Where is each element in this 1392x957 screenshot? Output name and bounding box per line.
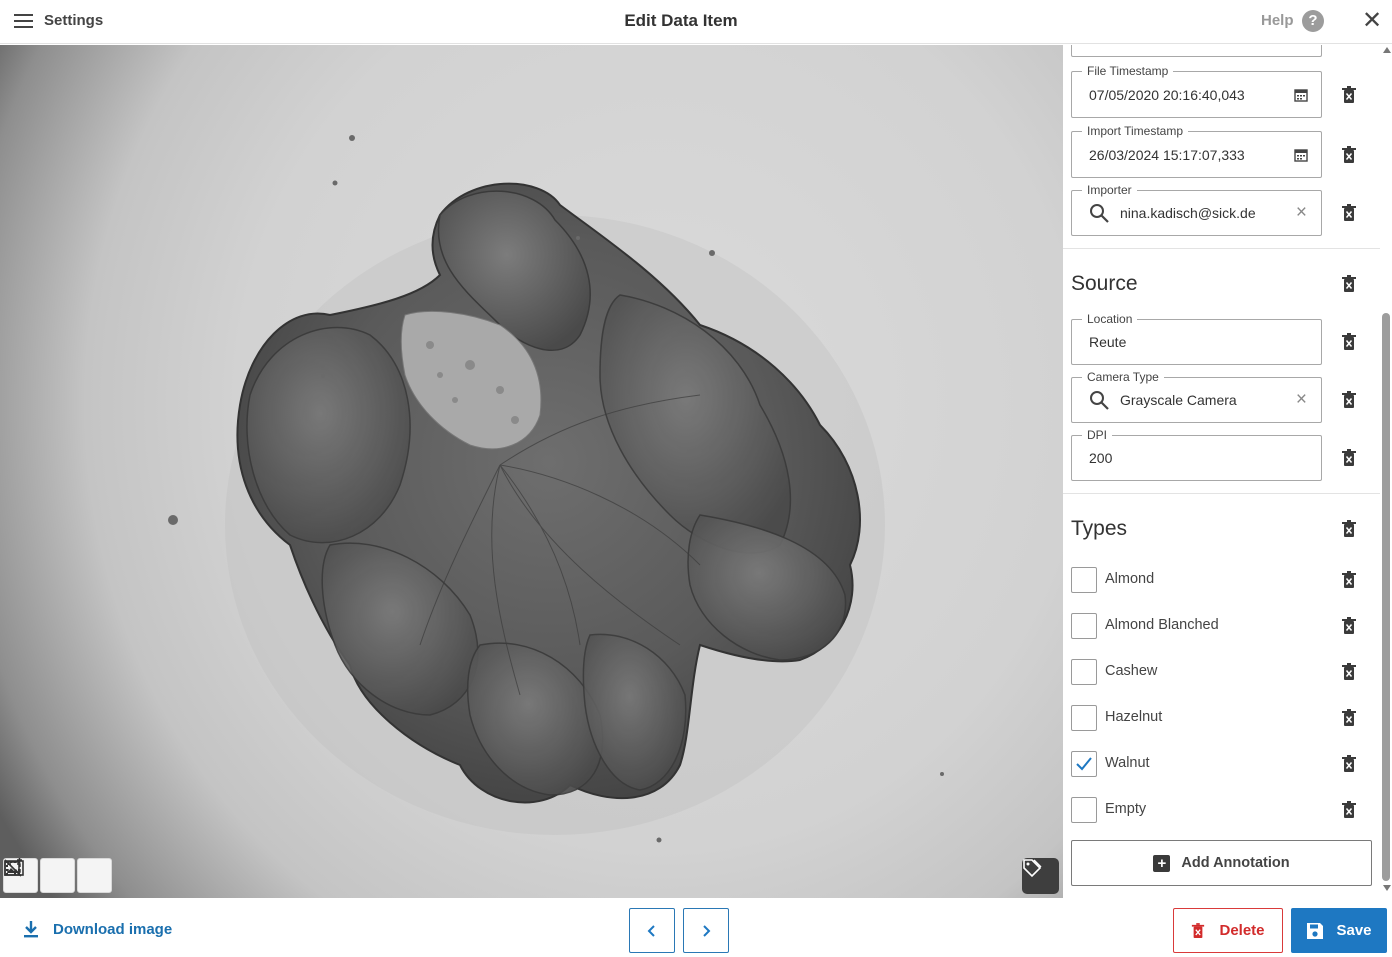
type-label: Cashew xyxy=(1105,663,1158,679)
delete-type-icon[interactable] xyxy=(1341,755,1357,773)
type-label: Empty xyxy=(1105,801,1147,817)
delete-import-timestamp-icon[interactable] xyxy=(1341,146,1357,164)
type-label: Almond Blanched xyxy=(1105,617,1219,633)
image-toolbar xyxy=(3,858,112,893)
footer-bar: Download image Delete Save xyxy=(0,898,1392,957)
section-divider xyxy=(1063,248,1380,249)
type-checkbox[interactable] xyxy=(1071,751,1097,777)
metadata-panel: File Timestamp 07/05/2020 20:16:40,043 I… xyxy=(1063,45,1380,898)
delete-type-icon[interactable] xyxy=(1341,617,1357,635)
camera-type-field[interactable]: Camera Type Grayscale Camera × xyxy=(1071,369,1322,423)
type-label: Walnut xyxy=(1105,755,1150,771)
save-label: Save xyxy=(1336,922,1372,939)
source-section-title: Source xyxy=(1071,272,1138,295)
top-bar: Settings Edit Data Item Help ? ✕ xyxy=(0,0,1392,44)
location-field[interactable]: Location Reute xyxy=(1071,311,1322,365)
file-timestamp-field[interactable]: File Timestamp 07/05/2020 20:16:40,043 xyxy=(1071,63,1322,118)
download-icon xyxy=(24,921,38,938)
import-timestamp-label: Import Timestamp xyxy=(1082,123,1189,139)
file-timestamp-label: File Timestamp xyxy=(1082,63,1174,79)
panel-scrollbar[interactable] xyxy=(1380,45,1392,898)
delete-label: Delete xyxy=(1219,922,1265,939)
add-annotation-button[interactable]: + Add Annotation xyxy=(1071,840,1372,886)
location-value: Reute xyxy=(1089,334,1127,350)
scroll-up-arrow[interactable] xyxy=(1383,47,1391,53)
type-checkbox[interactable] xyxy=(1071,613,1097,639)
types-section-title: Types xyxy=(1071,517,1128,540)
search-icon xyxy=(1090,204,1109,223)
walnut-image xyxy=(168,135,944,843)
delete-camera-type-icon[interactable] xyxy=(1341,391,1357,409)
delete-dpi-icon[interactable] xyxy=(1341,449,1357,467)
help-icon[interactable]: ? xyxy=(1302,10,1324,32)
scroll-down-arrow[interactable] xyxy=(1383,885,1391,891)
crop-frame-icon[interactable] xyxy=(4,858,75,893)
tag-icon[interactable] xyxy=(1022,858,1059,894)
type-checkbox[interactable] xyxy=(1071,705,1097,731)
plus-icon: + xyxy=(1153,854,1171,872)
page-title: Edit Data Item xyxy=(624,11,738,30)
help-link[interactable]: Help xyxy=(1261,12,1294,29)
delete-type-icon[interactable] xyxy=(1341,801,1357,819)
calendar-icon[interactable] xyxy=(1294,148,1308,162)
chevron-left-icon xyxy=(647,924,655,937)
delete-type-icon[interactable] xyxy=(1341,663,1357,681)
type-checkbox[interactable] xyxy=(1071,797,1097,823)
save-button[interactable]: Save xyxy=(1291,908,1387,953)
dpi-field[interactable]: DPI 200 xyxy=(1071,427,1322,481)
type-row: Almond Blanched xyxy=(1071,613,1371,639)
clear-importer-icon[interactable]: × xyxy=(1296,203,1307,223)
import-timestamp-field[interactable]: Import Timestamp 26/03/2024 15:17:07,333 xyxy=(1071,123,1322,178)
type-label: Hazelnut xyxy=(1105,709,1163,725)
section-divider xyxy=(1063,493,1380,494)
delete-type-icon[interactable] xyxy=(1341,571,1357,589)
camera-type-value: Grayscale Camera xyxy=(1120,392,1237,408)
add-annotation-label: Add Annotation xyxy=(1181,855,1290,871)
image-viewer[interactable] xyxy=(0,45,1063,898)
type-checkbox[interactable] xyxy=(1071,659,1097,685)
delete-type-icon[interactable] xyxy=(1341,709,1357,727)
type-row: Walnut xyxy=(1071,751,1371,777)
clear-camera-type-icon[interactable]: × xyxy=(1296,390,1307,410)
importer-field[interactable]: Importer nina.kadisch@sick.de × xyxy=(1071,182,1322,236)
delete-file-timestamp-icon[interactable] xyxy=(1341,86,1357,104)
delete-importer-icon[interactable] xyxy=(1341,204,1357,222)
type-row: Cashew xyxy=(1071,659,1371,685)
delete-types-section-icon[interactable] xyxy=(1341,520,1357,538)
previous-item-button[interactable] xyxy=(629,908,675,953)
importer-label: Importer xyxy=(1082,182,1137,198)
delete-location-icon[interactable] xyxy=(1341,333,1357,351)
import-timestamp-value: 26/03/2024 15:17:07,333 xyxy=(1089,147,1245,163)
type-checkbox[interactable] xyxy=(1071,567,1097,593)
dpi-value: 200 xyxy=(1089,450,1113,466)
type-label: Almond xyxy=(1105,571,1155,587)
type-row: Almond xyxy=(1071,567,1371,593)
check-icon xyxy=(1076,757,1092,771)
download-image-button[interactable]: Download image xyxy=(22,920,172,938)
scroll-thumb[interactable] xyxy=(1382,313,1390,881)
type-row: Empty xyxy=(1071,797,1371,823)
camera-type-label: Camera Type xyxy=(1082,369,1164,385)
file-timestamp-value: 07/05/2020 20:16:40,043 xyxy=(1089,87,1245,103)
next-item-button[interactable] xyxy=(683,908,729,953)
download-image-label: Download image xyxy=(53,920,173,938)
floppy-disk-icon xyxy=(1307,922,1324,939)
search-icon xyxy=(1090,391,1109,410)
previous-field[interactable] xyxy=(1071,45,1322,57)
type-row: Hazelnut xyxy=(1071,705,1371,731)
calendar-icon[interactable] xyxy=(1294,88,1308,102)
close-icon[interactable]: ✕ xyxy=(1362,9,1382,33)
selection-off-icon[interactable] xyxy=(4,858,112,893)
importer-value: nina.kadisch@sick.de xyxy=(1120,205,1256,221)
chevron-right-icon xyxy=(703,924,711,937)
delete-button[interactable]: Delete xyxy=(1173,908,1283,953)
dpi-label: DPI xyxy=(1082,427,1113,443)
trash-icon xyxy=(1192,922,1205,938)
delete-source-section-icon[interactable] xyxy=(1341,275,1357,293)
location-label: Location xyxy=(1082,311,1138,327)
